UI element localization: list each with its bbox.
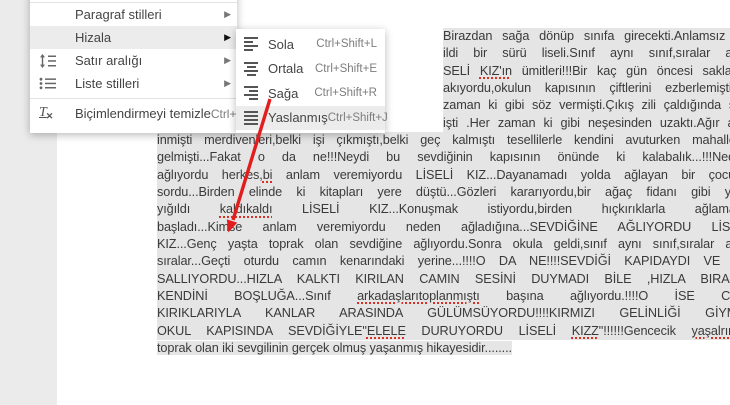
submenu-item-label: Yaslanmış [268,110,328,126]
misspelled-word: kaldıkaldı [219,202,273,217]
chevron-right-icon: ▶ [224,32,231,42]
document-text-line: işti .Her zaman ki gibi neşesinden uzakt… [443,114,730,132]
text-segment: işti .Her zaman ki gibi neşesinden uzakt… [443,115,730,130]
submenu-item-label: Sola [268,36,295,52]
submenu-item-align-center[interactable]: Ortala Ctrl+Shift+E [236,57,385,82]
text-segment: ağlıyordu herkes, [157,167,263,182]
misspelled-word: KIZZ [571,323,599,338]
align-justify-icon [244,110,260,125]
format-context-menu: Paragraf stilleri ▶ Hizala ▶ Satır aralı… [30,0,240,133]
document-text-line: zaman ki gibi söz vermişti.Çıkış zili ça… [443,97,730,115]
chevron-right-icon: ▶ [224,78,231,88]
menu-item-line-spacing[interactable]: Satır aralığı ▶ [30,49,237,72]
text-segment: yığıldı [157,202,220,217]
document-text-line: Birazdan sağa dönüp sınıfa girecekti.Anl… [443,28,730,46]
text-segment: "!!!!!!Gencecik [598,323,692,338]
document-text-line: toprak olan iki sevgilinin gerçek olmuş … [157,340,730,357]
submenu-item-shortcut: Ctrl+Shift+L [316,38,377,51]
menu-item-align[interactable]: Hizala ▶ [30,26,237,49]
text-segment: KENDİNİ BOŞLUĞA...Sınıf [157,288,358,303]
document-text-line: yığıldı kaldıkaldı LİSELİ KIZ...Konuşmak… [157,201,730,219]
text-segment: başına ağlıyordu.!!!!O İSE CAM [479,288,730,303]
text-segment: KIRIKLARIYLA KANLAR ARASINDA GÜLÜMSÜYORD… [157,306,730,321]
menu-item-label: Satır aralığı [75,53,143,68]
text-segment: Birazdan sağa dönüp sınıfa girecekti.Anl… [443,29,730,43]
menu-item-paragraph-styles[interactable]: Paragraf stilleri ▶ [30,3,237,26]
text-segment: ümitleri!!!Bir kaç gün öncesi saklandı [511,63,730,78]
align-right-icon [244,86,260,101]
text-segment: anlam veremiyordu LİSELİ KIZ...Dayanamad… [272,167,730,182]
menu-item-label: Paragraf stilleri [75,7,162,22]
submenu-item-label: Ortala [268,61,304,77]
misspelled-word: bi [262,167,273,182]
document-text-line: gelmişti...Fakat o da ne!!!Neydi bu sevd… [157,149,730,167]
text-segment: akıyordu,okulun kapısının çiftlerini ezb… [443,80,730,95]
text-segment: sordu...Birden elinde ki kitapları yere … [157,184,730,199]
document-text-line: KIRIKLARIYLA KANLAR ARASINDA GÜLÜMSÜYORD… [157,305,730,323]
menu-item-label: Hizala [75,30,112,45]
chevron-right-icon: ▶ [224,9,231,19]
text-segment: sıralar...Geçti oturdu camın kenarındaki… [157,254,730,269]
submenu-item-label: Sağa [268,85,299,101]
submenu-item-shortcut: Ctrl+Shift+R [314,87,377,100]
document-text-fragments: Birazdan sağa dönüp sınıfa girecekti.Anl… [443,28,730,132]
list-icon [39,77,67,90]
submenu-item-align-left[interactable]: Sola Ctrl+Shift+L [236,32,385,57]
text-segment: DURUYORDU LİSELİ [405,323,572,338]
menu-item-label: Liste stilleri [75,76,140,91]
misspelled-word: KIZ'ın [479,63,512,78]
submenu-item-shortcut: Ctrl+Shift+E [315,62,377,75]
document-text-line: akıyordu,okulun kapısının çiftlerini ezb… [443,79,730,98]
document-text: inmişti merdivenleri,belki işi çıkmıştı,… [157,132,730,357]
align-center-icon [244,61,260,76]
document-text-line: ağlıyordu herkes,bi anlam veremiyordu Lİ… [157,166,730,184]
text-segment: SELİ [443,63,480,78]
document-text-line: KENDİNİ BOŞLUĞA...Sınıf arkadaşlarıtopla… [157,287,730,306]
text-segment: LİSELİ KIZ...Konuşmak istiyordu,birden h… [272,202,730,217]
chevron-right-icon: ▶ [224,55,231,65]
menu-item-list-styles[interactable]: Liste stilleri ▶ [30,72,237,95]
document-text-line: sordu...Birden elinde ki kitapları yere … [157,183,730,202]
text-segment: KIZ...Genç yaşta toprak olan sevdiğine a… [157,236,730,251]
submenu-item-shortcut: Ctrl+Shift+J [327,111,388,124]
align-submenu: Sola Ctrl+Shift+L Ortala Ctrl+Shift+E Sa… [236,29,388,133]
submenu-item-align-right[interactable]: Sağa Ctrl+Shift+R [236,81,385,106]
align-left-icon [244,37,260,52]
document-text-line: SALLIYORDU...HIZLA KALKTI KIRILAN CAMIN … [157,270,730,288]
text-segment: başladı...Kimse anlam veremiyordu neden … [157,219,730,234]
misspelled-word: ELELE [366,323,406,338]
menu-item-clear-formatting[interactable]: T✕ Biçimlendirmeyi temizle Ctrl+\ [30,102,240,125]
line-spacing-icon [39,53,67,68]
document-text-line: sıralar...Geçti oturdu camın kenarındaki… [157,253,730,271]
document-text-line: başladı...Kimse anlam veremiyordu neden … [157,218,730,236]
document-text-line: KIZ...Genç yaşta toprak olan sevdiğine a… [157,235,730,254]
text-segment: gelmişti...Fakat o da ne!!!Neydi bu sevd… [157,150,730,165]
document-text-line: OKUL KAPISINDA SEVDİĞİYLE"ELELE DURUYORD… [157,322,730,340]
document-text-line: ildi bir sürü liseli.Sınıf aynı sınıf,sı… [443,45,730,63]
submenu-item-align-justify[interactable]: Yaslanmış Ctrl+Shift+J [236,105,388,130]
text-segment: OKUL KAPISINDA SEVDİĞİYLE" [157,323,367,338]
text-segment: ildi bir sürü liseli.Sınıf aynı sınıf,sı… [443,46,730,61]
document-text-line: SELİ KIZ'ın ümitleri!!!Bir kaç gün önces… [443,62,730,80]
document-text-line: inmişti merdivenleri,belki işi çıkmıştı,… [157,132,730,150]
menu-item-label: Biçimlendirmeyi temizle [75,106,211,121]
text-segment: SALLIYORDU...HIZLA KALKTI KIRILAN CAMIN … [157,271,730,286]
misspelled-word: arkadaşlarıtoplanmıştı [357,288,480,303]
text-segment: toprak olan iki sevgilinin gerçek olmuş … [157,340,512,355]
text-segment: zaman ki gibi söz vermişti.Çıkış zili ça… [443,98,730,113]
misspelled-word: yaşalrında [691,323,730,338]
clear-formatting-icon: T✕ [39,105,54,121]
text-segment: inmişti merdivenleri,belki işi çıkmıştı,… [157,133,730,147]
